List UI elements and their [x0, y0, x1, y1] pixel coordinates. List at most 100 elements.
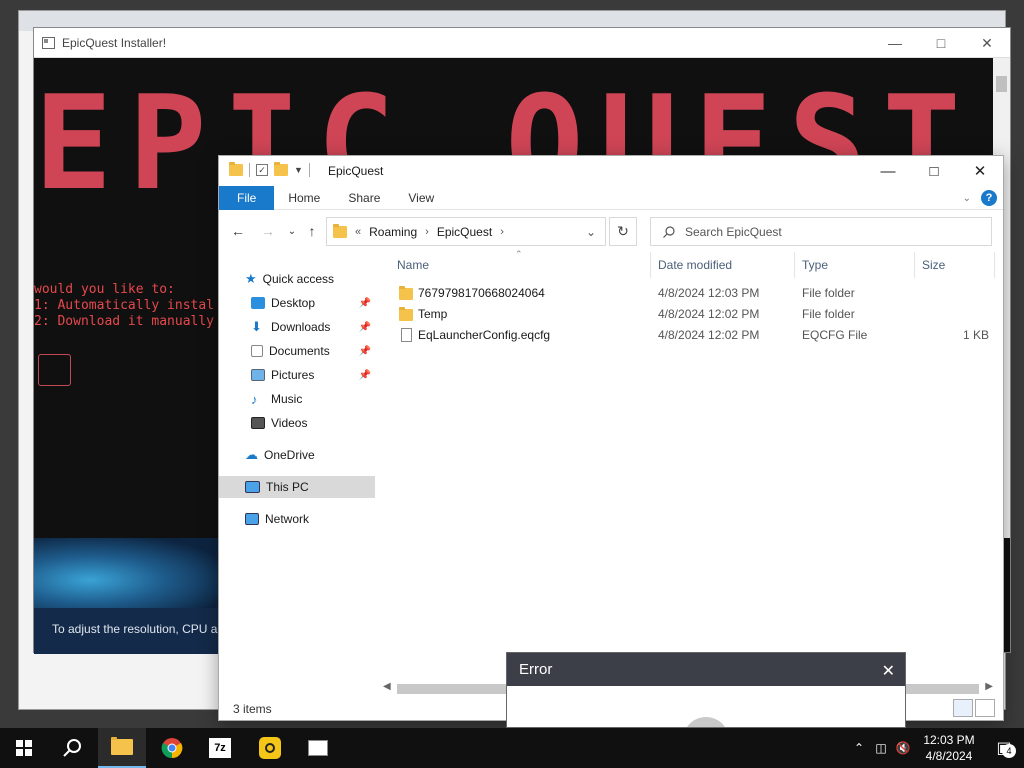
- column-header-type[interactable]: Type: [802, 258, 828, 272]
- window-app-icon: [308, 740, 328, 756]
- cave-artwork: [34, 538, 220, 608]
- pin-icon[interactable]: 📌: [359, 298, 371, 309]
- exclamation-icon: !: [683, 717, 729, 727]
- nav-onedrive[interactable]: ☁ OneDrive: [219, 444, 375, 466]
- forward-arrow-icon[interactable]: →: [259, 222, 277, 240]
- nav-network[interactable]: Network: [219, 508, 375, 530]
- close-icon[interactable]: ✕: [882, 661, 895, 681]
- column-header-name[interactable]: Name: [397, 258, 429, 272]
- search-button[interactable]: [48, 728, 96, 768]
- pin-icon[interactable]: 📌: [359, 322, 371, 333]
- nav-desktop[interactable]: Desktop 📌: [219, 292, 375, 314]
- music-note-icon: ♪: [251, 391, 258, 407]
- navigation-pane: ★ Quick access Desktop 📌 ⬇ Downloads 📌 D…: [219, 268, 379, 688]
- file-list: ⌃ Name Date modified Type Size 767979817…: [389, 249, 1003, 682]
- minimize-button[interactable]: —: [865, 156, 911, 186]
- up-arrow-icon[interactable]: ↑: [303, 222, 321, 240]
- file-type: EQCFG File: [802, 328, 868, 342]
- file-name: Temp: [418, 307, 448, 321]
- file-name: EqLauncherConfig.eqcfg: [418, 328, 551, 342]
- app-icon: [42, 37, 55, 49]
- ribbon-tabs: File Home Share View ⌄ ?: [219, 185, 1003, 210]
- chevron-down-icon[interactable]: ⌄: [577, 218, 605, 245]
- computer-icon: [245, 481, 260, 493]
- nav-music[interactable]: ♪ Music: [219, 388, 375, 410]
- search-box[interactable]: [650, 217, 992, 246]
- recent-locations-icon[interactable]: ⌄: [283, 222, 301, 240]
- scroll-thumb[interactable]: [996, 76, 1007, 92]
- console-output: would you like to: 1: Automatically inst…: [34, 282, 215, 329]
- address-bar[interactable]: « Roaming › EpicQuest › ⌄: [326, 217, 606, 246]
- refresh-button[interactable]: ↻: [609, 217, 637, 246]
- file-type: File folder: [802, 307, 855, 321]
- minimize-button[interactable]: —: [872, 28, 918, 58]
- volume-muted-icon[interactable]: 🔇: [892, 741, 914, 755]
- cloud-icon: ☁: [245, 447, 258, 462]
- column-header-size[interactable]: Size: [922, 258, 945, 272]
- nav-videos[interactable]: Videos: [219, 412, 375, 434]
- file-row[interactable]: Temp 4/8/2024 12:02 PM File folder: [389, 304, 999, 325]
- maximize-button[interactable]: □: [911, 156, 957, 186]
- large-icons-view-icon[interactable]: [975, 699, 995, 717]
- search-input[interactable]: [685, 224, 965, 239]
- file-date: 4/8/2024 12:02 PM: [658, 328, 760, 342]
- back-arrow-icon[interactable]: ←: [229, 222, 247, 240]
- search-icon: [63, 739, 81, 757]
- nav-downloads[interactable]: ⬇ Downloads 📌: [219, 316, 375, 338]
- pin-icon[interactable]: 📌: [359, 346, 371, 357]
- overflow-chevron[interactable]: «: [355, 226, 361, 238]
- notification-center-button[interactable]: ▣ 4: [984, 738, 1024, 758]
- details-view-icon[interactable]: [953, 699, 973, 717]
- network-icon: [245, 513, 259, 525]
- column-header-date[interactable]: Date modified: [658, 258, 732, 272]
- nav-pictures[interactable]: Pictures 📌: [219, 364, 375, 386]
- download-arrow-icon: ⬇: [251, 319, 262, 334]
- start-button[interactable]: [0, 728, 48, 768]
- tab-home[interactable]: Home: [274, 186, 334, 210]
- close-button[interactable]: ✕: [964, 28, 1010, 58]
- file-size: 1 KB: [962, 328, 989, 342]
- folder-icon: [399, 307, 413, 321]
- pin-icon[interactable]: 📌: [359, 370, 371, 381]
- pictures-icon: [251, 369, 265, 381]
- scroll-right-icon[interactable]: ▶: [985, 681, 993, 692]
- taskbar-7zip[interactable]: 7z: [196, 728, 244, 768]
- file-row[interactable]: EqLauncherConfig.eqcfg 4/8/2024 12:02 PM…: [389, 325, 999, 346]
- customize-dropdown-icon[interactable]: ▼: [294, 165, 303, 175]
- nav-quick-access[interactable]: ★ Quick access: [219, 268, 375, 290]
- clock[interactable]: 12:03 PM 4/8/2024: [914, 732, 984, 764]
- search-icon: [663, 225, 675, 238]
- taskbar-file-explorer[interactable]: [98, 728, 146, 768]
- network-icon[interactable]: ◫: [870, 741, 892, 755]
- taskbar-app[interactable]: [246, 728, 294, 768]
- taskbar-chrome[interactable]: [148, 728, 196, 768]
- folder-icon: [399, 286, 413, 300]
- tab-view[interactable]: View: [394, 186, 448, 210]
- close-button[interactable]: ✕: [957, 156, 1003, 186]
- folder-icon[interactable]: [229, 162, 243, 176]
- chevron-up-icon[interactable]: ⌃: [848, 741, 870, 755]
- explorer-titlebar: ✓ ▼ EpicQuest — □ ✕: [219, 156, 1003, 186]
- tab-file[interactable]: File: [219, 185, 275, 210]
- chevron-right-icon[interactable]: ›: [500, 226, 504, 238]
- breadcrumb-epicquest[interactable]: EpicQuest: [437, 225, 492, 239]
- properties-icon[interactable]: ✓: [256, 164, 268, 176]
- taskbar-installer[interactable]: [294, 728, 342, 768]
- help-icon[interactable]: ?: [981, 190, 997, 206]
- maximize-button[interactable]: □: [918, 28, 964, 58]
- new-folder-icon[interactable]: [274, 162, 288, 176]
- tab-share[interactable]: Share: [334, 186, 394, 210]
- console-input[interactable]: [38, 354, 71, 386]
- nav-this-pc[interactable]: This PC: [219, 476, 375, 498]
- breadcrumb-roaming[interactable]: Roaming: [369, 225, 417, 239]
- nav-label: Downloads: [271, 320, 331, 334]
- navigation-bar: ← → ⌄ ↑ « Roaming › EpicQuest › ⌄ ↻: [219, 214, 1003, 248]
- scroll-left-icon[interactable]: ◀: [383, 681, 391, 692]
- nav-label: Pictures: [271, 368, 315, 382]
- expand-ribbon-icon[interactable]: ⌄: [963, 193, 971, 204]
- chevron-right-icon[interactable]: ›: [425, 226, 429, 238]
- desktop-icon: [251, 297, 265, 309]
- file-row[interactable]: 7679798170668024064 4/8/2024 12:03 PM Fi…: [389, 283, 999, 304]
- nav-documents[interactable]: Documents 📌: [219, 340, 375, 362]
- adjust-resolution-text: To adjust the resolution, CPU a: [52, 622, 218, 636]
